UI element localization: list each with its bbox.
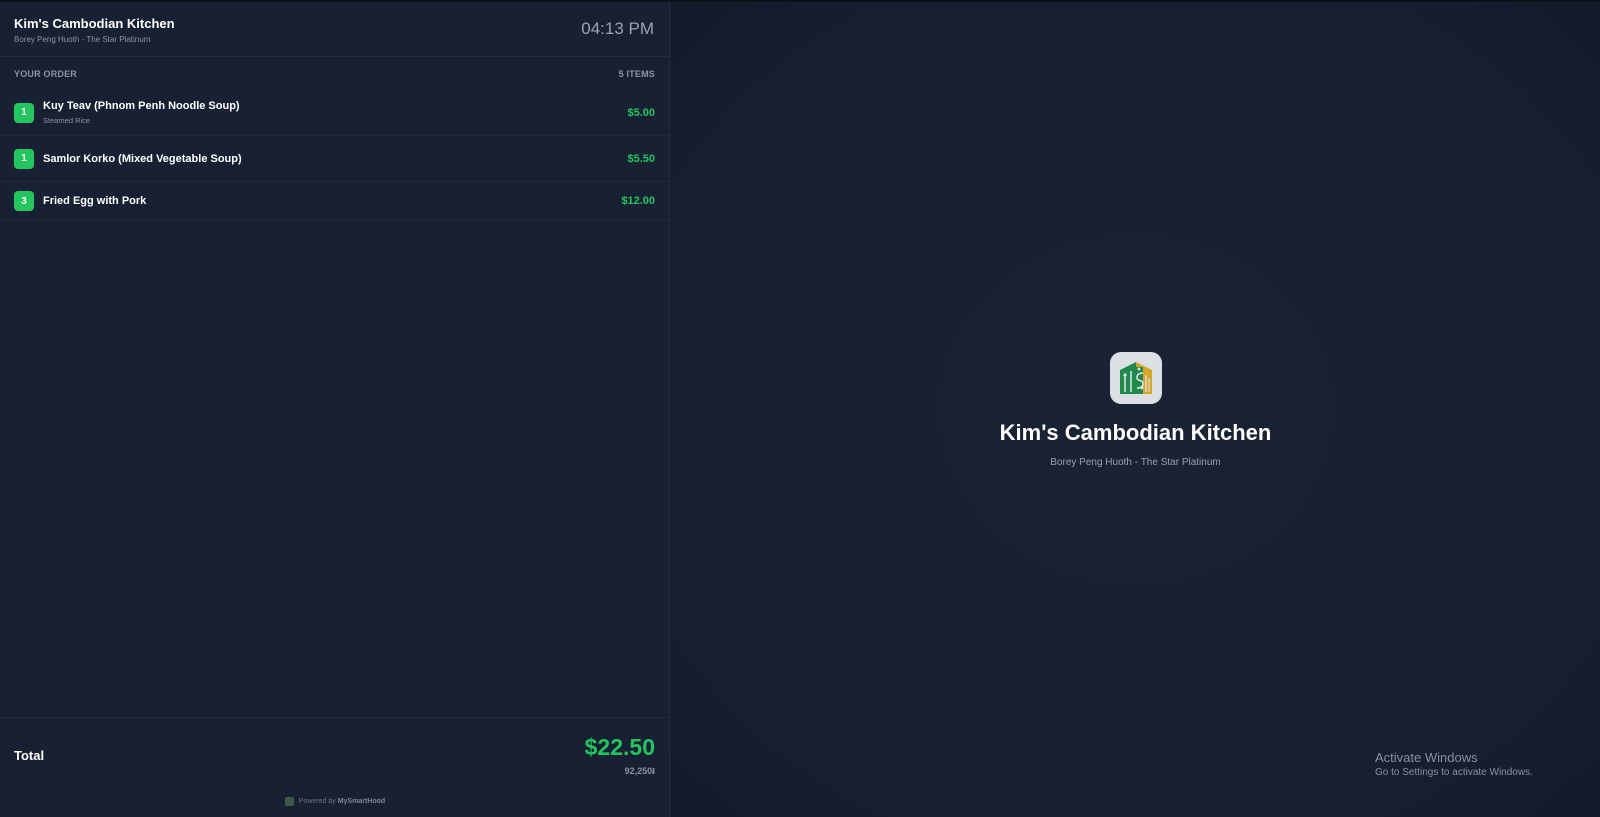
item-price: $12.00	[621, 195, 655, 207]
total-riel-amount: 92,250៛	[624, 766, 655, 776]
activate-windows-title: Activate Windows	[1375, 750, 1478, 765]
display-restaurant-location: Borey Peng Huoth - The Star Platinum	[1050, 457, 1221, 468]
item-count: 5 ITEMS	[618, 68, 655, 79]
restaurant-location: Borey Peng Huoth - The Star Platinum	[14, 35, 151, 44]
item-name: Kuy Teav (Phnom Penh Noodle Soup)	[43, 100, 240, 112]
total-amount: $22.50	[584, 734, 655, 760]
clock: 04:13 PM	[581, 19, 654, 38]
quantity-badge: 1	[14, 148, 34, 169]
total-label: Total	[14, 748, 45, 763]
order-section-header: YOUR ORDER 5 ITEMS	[0, 57, 669, 90]
activate-windows-watermark: Activate Windows Go to Settings to activ…	[1375, 750, 1533, 778]
restaurant-name: Kim's Cambodian Kitchen	[14, 16, 175, 31]
quantity-badge: 1	[14, 102, 34, 123]
item-modifier: Steamed Rice	[43, 116, 91, 125]
powered-by-prefix: Powered by	[298, 798, 336, 805]
item-name: Fried Egg with Pork	[43, 195, 147, 207]
item-price: $5.50	[627, 152, 655, 165]
powered-by: Powered by MySmartHood	[0, 797, 670, 806]
item-name: Samlor Korko (Mixed Vegetable Soup)	[43, 152, 242, 165]
mysmarthood-small-logo-icon	[284, 797, 294, 806]
order-item: 1 Kuy Teav (Phnom Penh Noodle Soup) Stea…	[0, 90, 669, 136]
display-restaurant-name: Kim's Cambodian Kitchen	[999, 420, 1272, 445]
item-details: Fried Egg with Pork	[43, 195, 621, 207]
quantity-badge: 3	[14, 191, 34, 211]
order-item: 3 Fried Egg with Pork $12.00	[0, 182, 669, 221]
item-details: Kuy Teav (Phnom Penh Noodle Soup) Steame…	[43, 100, 627, 125]
total-section: Total $22.50 92,250៛ Powered by MySmartH…	[0, 717, 670, 817]
order-header: Kim's Cambodian Kitchen Borey Peng Huoth…	[0, 2, 669, 57]
powered-by-brand: MySmartHood	[337, 798, 386, 805]
item-details: Samlor Korko (Mixed Vegetable Soup)	[43, 153, 627, 165]
order-heading: YOUR ORDER	[14, 68, 78, 79]
mysmarthood-building-logo-icon	[1110, 352, 1162, 404]
item-price: $5.00	[627, 106, 655, 119]
activate-windows-subtitle: Go to Settings to activate Windows.	[1375, 767, 1533, 778]
customer-display-panel: Kim's Cambodian Kitchen Borey Peng Huoth…	[671, 2, 1600, 817]
order-item: 1 Samlor Korko (Mixed Vegetable Soup) $5…	[0, 136, 669, 182]
order-panel: Kim's Cambodian Kitchen Borey Peng Huoth…	[0, 2, 670, 817]
